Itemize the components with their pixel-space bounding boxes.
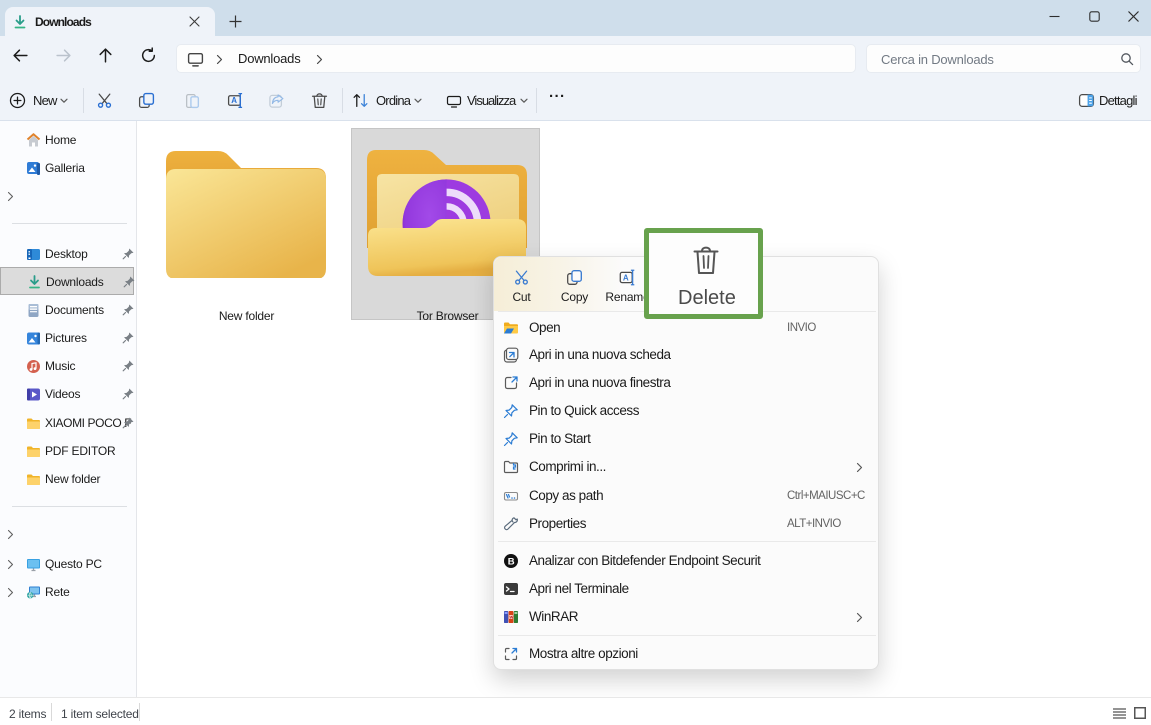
svg-text:B: B	[508, 557, 515, 568]
svg-text:A: A	[622, 273, 628, 282]
svg-text:W: W	[510, 614, 514, 619]
svg-text:A: A	[231, 96, 237, 105]
